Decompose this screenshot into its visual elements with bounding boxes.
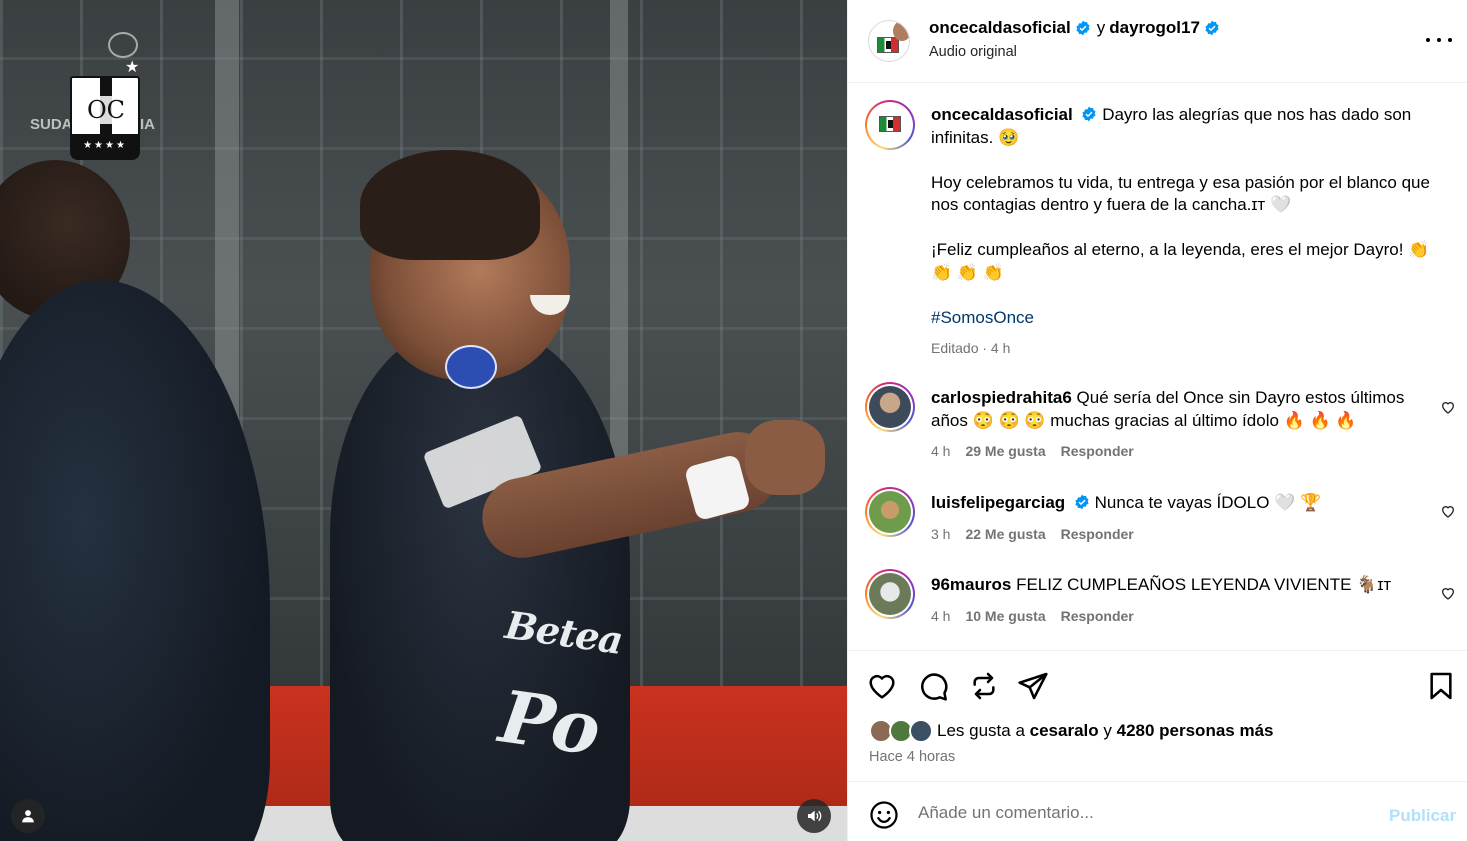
comment-avatar[interactable] xyxy=(865,569,915,619)
comment-reply-button[interactable]: Responder xyxy=(1061,608,1134,624)
like-heart-icon[interactable] xyxy=(866,670,898,702)
collaborator-username[interactable]: dayrogol17 xyxy=(1109,18,1200,38)
comment-username[interactable]: luisfelipegarciag xyxy=(931,493,1065,512)
caption-author-avatar[interactable] xyxy=(865,100,915,150)
header-usernames: oncecaldasoficial y dayrogol17 xyxy=(929,18,1220,38)
author-username[interactable]: oncecaldasoficial xyxy=(929,18,1071,38)
verified-badge-icon xyxy=(1082,106,1097,122)
comment-like-icon[interactable] xyxy=(1440,503,1456,519)
likes-joiner: y xyxy=(1103,721,1112,740)
comment-avatar[interactable] xyxy=(865,382,915,432)
collab-avatar-face xyxy=(893,21,909,41)
more-options-button[interactable] xyxy=(1426,30,1452,50)
club-stars: ★★★★ xyxy=(72,134,138,158)
likes-user[interactable]: cesaralo xyxy=(1030,721,1099,741)
likes-others[interactable]: 4280 personas más xyxy=(1117,721,1274,741)
liker-avatars[interactable] xyxy=(869,719,933,743)
comment-time: 4 h xyxy=(931,443,951,459)
player-fist xyxy=(745,420,825,495)
watermark-right-text: IA xyxy=(140,116,155,133)
collab-avatar[interactable] xyxy=(868,20,910,62)
comment-reply-button[interactable]: Responder xyxy=(1061,526,1134,542)
comment-meta: 4 h 10 Me gusta Responder xyxy=(931,608,1134,624)
volume-icon xyxy=(808,810,822,822)
club-watermark-logo: ★ SUDA IA OC ★★★★ xyxy=(30,28,160,163)
comment-body: FELIZ CUMPLEAÑOS LEYENDA VIVIENTE 🐐ɪᴛ xyxy=(1016,575,1392,594)
comment-likes[interactable]: 22 Me gusta xyxy=(965,526,1045,542)
hashtag-link[interactable]: #SomosOnce xyxy=(931,308,1034,327)
comment-composer: Publicar xyxy=(848,782,1467,841)
verified-badge-icon xyxy=(1075,494,1089,510)
comment-time: 4 h xyxy=(931,608,951,624)
caption-line-2: Hoy celebramos tu vida, tu entrega y esa… xyxy=(931,172,1430,215)
watermark-left-text: SUDA xyxy=(30,116,73,133)
comment-username[interactable]: carlospiedrahita6 xyxy=(931,388,1072,407)
caption-username[interactable]: oncecaldasoficial xyxy=(931,105,1073,124)
volume-button[interactable] xyxy=(797,799,831,833)
more-icon-dot xyxy=(1437,38,1441,42)
comment-time: 3 h xyxy=(931,526,951,542)
post-media[interactable]: Betea Po ★ SUDA IA OC ★★★★ xyxy=(0,0,847,841)
verified-badge-icon xyxy=(1205,20,1219,36)
share-send-icon[interactable] xyxy=(1017,670,1049,702)
comment-bubble-icon[interactable] xyxy=(917,670,949,702)
post-timestamp: Hace 4 horas xyxy=(869,749,956,765)
comment-meta: 4 h 29 Me gusta Responder xyxy=(931,443,1134,459)
save-bookmark-icon[interactable] xyxy=(1425,670,1457,702)
more-icon-dot xyxy=(1426,38,1430,42)
comment-text: luisfelipegarciag Nunca te vayas ÍDOLO 🤍… xyxy=(931,492,1421,515)
post-panel: oncecaldasoficial y dayrogol17 Audio ori… xyxy=(847,0,1467,841)
comment-like-icon[interactable] xyxy=(1440,399,1456,415)
main-player-hair xyxy=(360,150,540,260)
comment-reply-button[interactable]: Responder xyxy=(1061,443,1134,459)
caption-edited-time: Editado · 4 h xyxy=(931,340,1011,356)
likes-prefix: Les gusta a xyxy=(937,721,1025,740)
comment-like-icon[interactable] xyxy=(1440,585,1456,601)
club-shield: OC ★★★★ xyxy=(70,76,140,160)
likes-summary: Les gusta a cesaralo y 4280 personas más xyxy=(869,719,1274,743)
comment-avatar[interactable] xyxy=(865,487,915,537)
comment-text: 96mauros FELIZ CUMPLEAÑOS LEYENDA VIVIEN… xyxy=(931,574,1421,597)
liker-avatar xyxy=(909,719,933,743)
club-crest-icon xyxy=(877,37,899,53)
user-tag-button[interactable] xyxy=(11,799,45,833)
trophy-icon xyxy=(108,32,138,58)
caption-line-3: ¡Feliz cumpleaños al eterno, a la leyend… xyxy=(931,240,1430,282)
comment-likes[interactable]: 29 Me gusta xyxy=(965,443,1045,459)
comment-input[interactable] xyxy=(918,796,1368,830)
comment-likes[interactable]: 10 Me gusta xyxy=(965,608,1045,624)
audio-label[interactable]: Audio original xyxy=(929,44,1017,60)
tournament-sleeve-badge xyxy=(445,345,497,389)
post-actions: Les gusta a cesaralo y 4280 personas más… xyxy=(848,650,1467,782)
verified-badge-icon xyxy=(1076,20,1090,36)
star-icon: ★ xyxy=(125,59,140,76)
post-header: oncecaldasoficial y dayrogol17 Audio ori… xyxy=(848,0,1467,83)
collab-connector: y xyxy=(1096,18,1106,37)
comment-body: Nunca te vayas ÍDOLO 🤍 🏆 xyxy=(1094,493,1322,512)
comment-text: carlospiedrahita6 Qué sería del Once sin… xyxy=(931,387,1421,432)
repost-icon[interactable] xyxy=(968,670,1000,702)
publish-button[interactable]: Publicar xyxy=(1389,806,1456,826)
comment-meta: 3 h 22 Me gusta Responder xyxy=(931,526,1134,542)
comment-username[interactable]: 96mauros xyxy=(931,575,1011,594)
emoji-icon[interactable] xyxy=(869,800,899,830)
shirt-sponsor-logo: Po xyxy=(494,673,606,772)
club-monogram: OC xyxy=(78,96,134,124)
club-crest-icon xyxy=(879,116,901,132)
more-icon-dot xyxy=(1448,38,1452,42)
post-caption: oncecaldasoficial Dayro las alegrías que… xyxy=(931,104,1441,360)
user-tag-icon xyxy=(22,810,34,823)
